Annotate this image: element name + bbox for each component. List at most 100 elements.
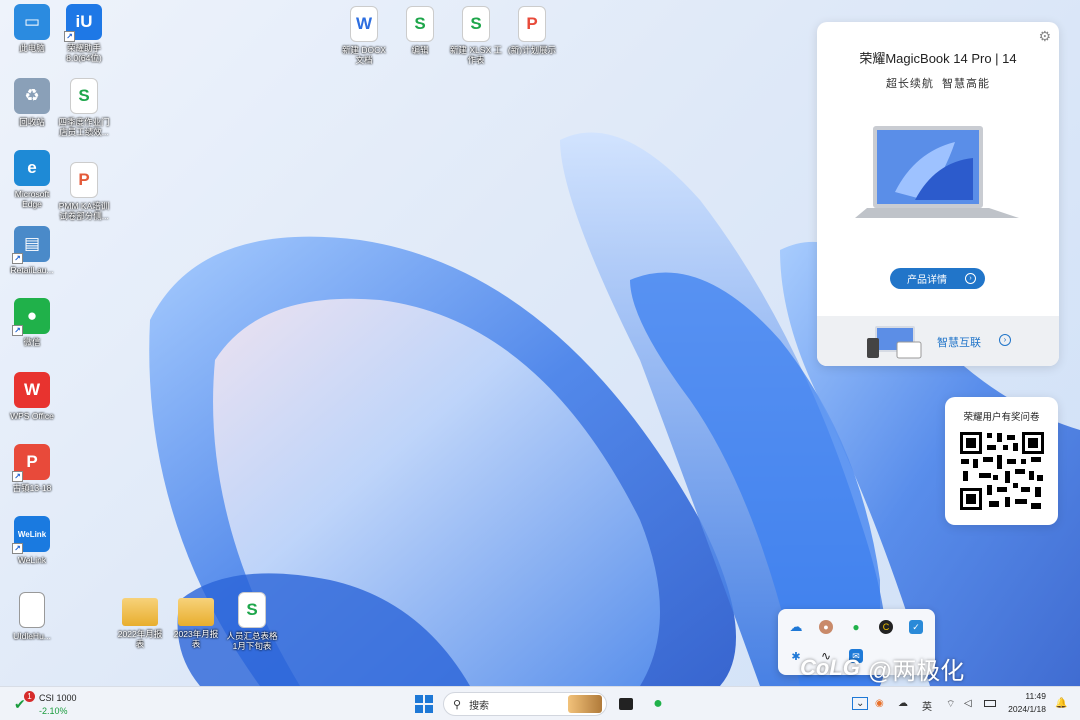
- desktop-icon-label: UIdleHu...: [13, 631, 51, 641]
- desktop-icon-label: (新)计划展示: [507, 45, 557, 55]
- stock-badge: 1: [24, 691, 35, 702]
- desktop-icon-label: 新建 DOCX 文档: [342, 45, 386, 65]
- desktop-icon-label: 编辑: [411, 45, 429, 55]
- desktop-icon-new-docx[interactable]: W 新建 DOCX 文档: [332, 6, 396, 65]
- desktop-icon-label: 微信: [23, 337, 41, 347]
- promo-card[interactable]: ⚙ 荣耀MagicBook 14 Pro | 14 超长续航 智慧高能 产品详情…: [817, 22, 1059, 366]
- wechat-icon: ●: [653, 695, 663, 712]
- desktop-icon-label: WPS Office: [10, 411, 54, 421]
- app-tray-icon-1[interactable]: ●: [819, 620, 833, 634]
- desktop-icon-ppt-file-2[interactable]: P (新)计划展示: [500, 6, 564, 55]
- shortcut-arrow-icon: ↗: [64, 31, 75, 42]
- sheet-file-2-icon: S: [406, 6, 434, 42]
- taskbar: ✔ 1 CSI 1000 -2.10% ⚲ 搜索 ● ⌄ ◉ ☁ 英 ⌔ ◁ 1…: [0, 686, 1080, 720]
- text-file-icon: [19, 592, 45, 628]
- windows-icon: [415, 695, 433, 713]
- folder-2023-icon: [178, 598, 214, 626]
- sheet-file-1-icon: S: [70, 78, 98, 114]
- app-tray-icon-2[interactable]: C: [879, 620, 893, 634]
- desktop-icon-folder-2023[interactable]: 2023年月报 表: [164, 592, 228, 649]
- language-indicator[interactable]: 英: [922, 698, 932, 713]
- qr-code-image[interactable]: [959, 431, 1045, 511]
- desktop-icon-label: 回收站: [19, 117, 45, 127]
- desktop-icon-welink[interactable]: WeLink ↗ WeLink: [0, 516, 64, 565]
- onedrive-icon[interactable]: ☁: [789, 619, 803, 634]
- desktop-icon-label: 古镇13-18: [12, 483, 52, 493]
- desktop-icon-label: PMM KA培训 试卷部分侧...: [58, 201, 110, 221]
- watermark: CoLG @两极化: [800, 652, 965, 685]
- desktop-icon-label: 2023年月报 表: [173, 629, 219, 649]
- desktop-icon-pdf-file[interactable]: P ↗ 古镇13-18: [0, 444, 64, 493]
- desktop-icon-text-file[interactable]: UIdleHu...: [0, 592, 64, 641]
- desktop-icon-label: WeLink: [17, 555, 47, 565]
- desktop-icon-label: 四季度作业门 店员工绩效...: [58, 117, 110, 137]
- wechat-icon: ● ↗: [12, 298, 50, 336]
- desktop-icon-label: Microsoft Edge: [14, 189, 50, 209]
- desktop-icon-label: 此电脑: [19, 43, 45, 53]
- desktop-icon-honor-assistant[interactable]: iU ↗ 荣耀助手 8.0(64位): [52, 4, 116, 63]
- volume-icon[interactable]: ◁: [964, 698, 972, 709]
- ppt-file-1-icon: P: [70, 162, 98, 198]
- survey-title: 荣耀用户有奖问卷: [963, 412, 1040, 423]
- battery-icon[interactable]: [984, 700, 996, 707]
- chevron-right-icon: ›: [965, 273, 976, 284]
- desktop-icon-folder-2022[interactable]: 2022年月报 表: [108, 592, 172, 649]
- product-details-button[interactable]: 产品详情 ›: [890, 268, 985, 289]
- desktop-icon-label: 新建 XLSX 工 作表: [450, 45, 502, 65]
- desktop-icon-ppt-file-1[interactable]: P PMM KA培训 试卷部分侧...: [52, 162, 116, 221]
- chevron-right-circle-icon[interactable]: ›: [999, 334, 1011, 346]
- desktop-icon-label: 人员汇总表格 1月下旬表: [226, 631, 278, 651]
- desktop-icon-wechat[interactable]: ● ↗ 微信: [0, 298, 64, 347]
- search-icon: ⚲: [453, 698, 462, 711]
- start-button[interactable]: [412, 692, 436, 716]
- desktop-icon-label: 2022年月报 表: [117, 629, 163, 649]
- shortcut-arrow-icon: ↗: [12, 253, 23, 264]
- stock-name: CSI 1000: [39, 693, 77, 703]
- watermark-text: @两极化: [867, 657, 965, 685]
- search-highlight-image: [568, 695, 602, 713]
- devices-icon: [867, 326, 922, 359]
- wps-office-icon: W: [14, 372, 50, 408]
- wechat-tray-icon[interactable]: ●: [849, 620, 863, 634]
- welink-icon: WeLink ↗: [12, 516, 50, 554]
- desktop-icon-sheet-file-3[interactable]: S 人员汇总表格 1月下旬表: [220, 592, 284, 651]
- search-box[interactable]: ⚲ 搜索: [443, 692, 607, 716]
- laptop-image: [855, 126, 1019, 218]
- clock[interactable]: 11:49 2024/1/18: [1004, 690, 1046, 716]
- desktop-icon-wps-office[interactable]: W WPS Office: [0, 372, 64, 421]
- cloud-icon[interactable]: ☁: [898, 698, 908, 709]
- footer-label: 智慧互联: [937, 337, 981, 349]
- task-view-button[interactable]: [614, 692, 638, 716]
- pdf-file-icon: P ↗: [12, 444, 50, 482]
- survey-card[interactable]: 荣耀用户有奖问卷: [945, 397, 1058, 525]
- recycle-bin-icon: ♻: [14, 78, 50, 114]
- tray-icon-1[interactable]: ◉: [875, 698, 884, 709]
- sheet-file-3-icon: S: [238, 592, 266, 628]
- edge-icon: e: [14, 150, 50, 186]
- ppt-file-2-icon: P: [518, 6, 546, 42]
- clock-date: 2024/1/18: [1008, 704, 1046, 714]
- folder-2022-icon: [122, 598, 158, 626]
- shortcut-arrow-icon: ↗: [12, 543, 23, 554]
- taskbar-wechat[interactable]: ●: [646, 692, 670, 716]
- promo-footer[interactable]: 智慧互联 ›: [817, 316, 1059, 366]
- settings-icon[interactable]: ⚙: [1038, 28, 1051, 45]
- desktop-icon-sheet-file-1[interactable]: S 四季度作业门 店员工绩效...: [52, 78, 116, 137]
- desktop-icon-label: RetailLau...: [10, 265, 54, 275]
- desktop-icon-sheet-file-2[interactable]: S 编辑: [388, 6, 452, 55]
- desktop-icon-retail-launcher[interactable]: ▤ ↗ RetailLau...: [0, 226, 64, 275]
- notification-bell-icon[interactable]: 🔔: [1055, 698, 1067, 709]
- promo-title: 荣耀MagicBook 14 Pro | 14: [859, 51, 1017, 66]
- chevron-up-icon[interactable]: ⌄: [852, 697, 869, 710]
- honor-assistant-icon: iU ↗: [64, 4, 102, 42]
- task-view-icon: [619, 698, 633, 710]
- watermark-logo: CoLG: [800, 655, 860, 680]
- security-icon[interactable]: ✓: [909, 620, 923, 634]
- desktop-icon-new-xlsx[interactable]: S 新建 XLSX 工 作表: [444, 6, 508, 65]
- this-pc-icon: ▭: [14, 4, 50, 40]
- promo-subtitle: 超长续航 智慧高能: [885, 78, 991, 90]
- wifi-icon[interactable]: ⌔: [946, 698, 955, 711]
- desktop-icon-label: 荣耀助手 8.0(64位): [66, 43, 102, 63]
- stock-widget[interactable]: ✔ 1 CSI 1000 -2.10%: [12, 690, 82, 718]
- shortcut-arrow-icon: ↗: [12, 471, 23, 482]
